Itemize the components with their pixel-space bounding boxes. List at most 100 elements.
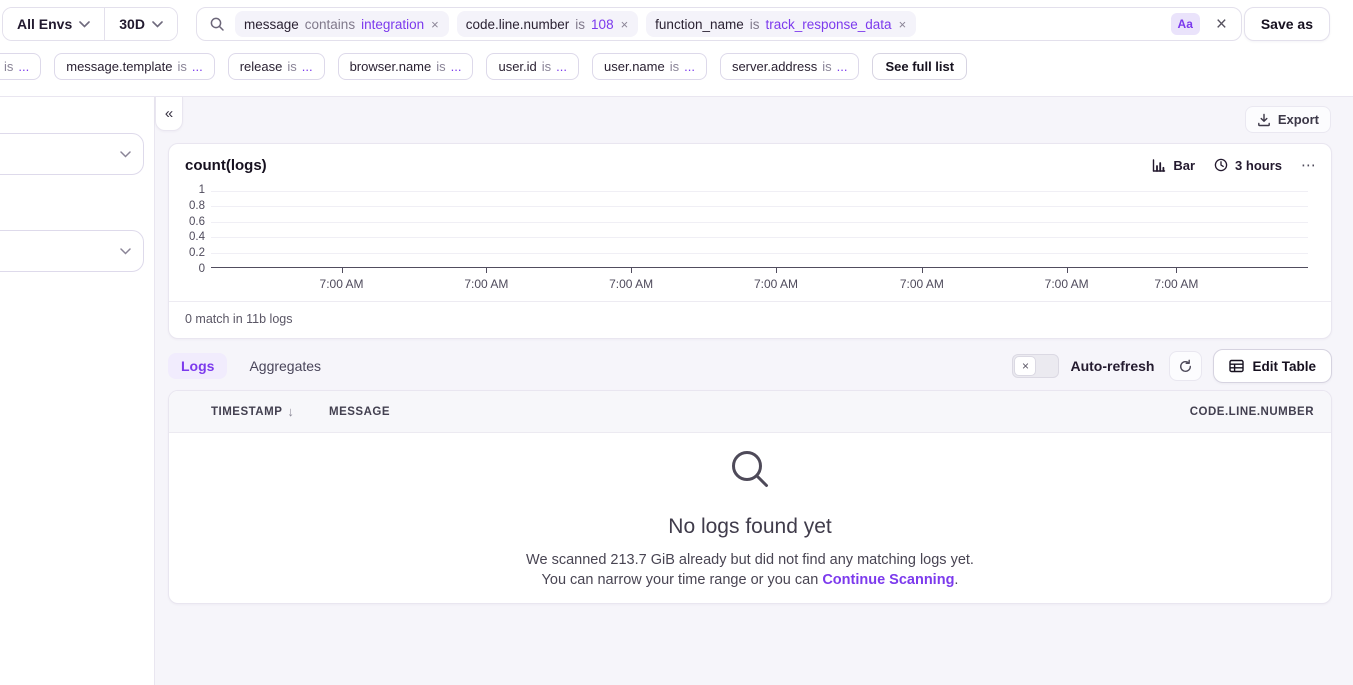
- see-full-list-button[interactable]: See full list: [872, 53, 967, 80]
- suggested-filter-chip-partial[interactable]: is ...: [0, 53, 41, 80]
- x-tick-label: 7:00 AM: [609, 277, 653, 291]
- search-input[interactable]: message contains integration × code.line…: [196, 7, 1242, 41]
- x-tick-label: 7:00 AM: [1045, 277, 1089, 291]
- empty-state-line2-period: .: [954, 572, 958, 588]
- search-icon: [209, 16, 225, 32]
- column-header-timestamp[interactable]: TIMESTAMP ↓: [169, 404, 329, 419]
- auto-refresh-label: Auto-refresh: [1070, 358, 1154, 374]
- chart-interval-button[interactable]: 3 hours: [1214, 158, 1282, 173]
- search-filter-chips: message contains integration × code.line…: [235, 11, 1163, 37]
- filter-value: integration: [361, 17, 424, 32]
- edit-table-label: Edit Table: [1252, 359, 1316, 374]
- suggested-filters-row: is ... message.template is ... release i…: [0, 52, 1353, 80]
- search-filter-chip[interactable]: message contains integration ×: [235, 11, 449, 37]
- suggested-filter-chip[interactable]: release is ...: [228, 53, 325, 80]
- collapse-sidebar-button[interactable]: «: [155, 97, 183, 131]
- sidebar-dropdown-2[interactable]: [0, 230, 144, 272]
- filter-value: track_response_data: [765, 17, 891, 32]
- filter-operator: is: [4, 59, 13, 74]
- chart-type-button[interactable]: Bar: [1152, 158, 1195, 173]
- sort-descending-icon: ↓: [287, 404, 294, 419]
- filter-operator: is: [436, 59, 445, 74]
- x-tick-label: 7:00 AM: [1154, 277, 1198, 291]
- env-range-group: All Envs 30D: [2, 7, 178, 41]
- search-filter-chip[interactable]: code.line.number is 108 ×: [457, 11, 638, 37]
- column-label: TIMESTAMP: [211, 406, 282, 418]
- x-tick-mark: [776, 268, 777, 273]
- filter-operator: is: [750, 17, 760, 32]
- suggested-filter-chip[interactable]: message.template is ...: [54, 53, 214, 80]
- sidebar: [0, 97, 155, 685]
- x-tick-mark: [631, 268, 632, 273]
- table-header-row: TIMESTAMP ↓ MESSAGE CODE.LINE.NUMBER: [169, 391, 1331, 433]
- x-tick-mark: [342, 268, 343, 273]
- filter-operator: contains: [305, 17, 355, 32]
- chevron-down-icon: [79, 21, 90, 28]
- filter-operator: is: [575, 17, 585, 32]
- filter-operator: is: [287, 59, 296, 74]
- x-tick-label: 7:00 AM: [464, 277, 508, 291]
- chart-menu-icon[interactable]: ⋯: [1301, 156, 1317, 174]
- gridline: [211, 206, 1308, 207]
- clear-search-icon[interactable]: ×: [1212, 15, 1231, 34]
- y-tick-label: 0.6: [189, 216, 205, 228]
- export-label: Export: [1278, 112, 1319, 127]
- main-area: « Export count(logs) Bar 3 hours ⋯ 10.80…: [155, 97, 1353, 685]
- auto-refresh-toggle[interactable]: ×: [1012, 354, 1059, 378]
- magnifier-icon: [727, 446, 773, 492]
- sidebar-dropdown-1[interactable]: [0, 133, 144, 175]
- export-button[interactable]: Export: [1245, 106, 1331, 133]
- remove-filter-icon[interactable]: ×: [620, 17, 630, 32]
- suggested-filter-chip[interactable]: user.id is ...: [486, 53, 579, 80]
- range-selector-button[interactable]: 30D: [105, 8, 177, 40]
- filter-value: ...: [302, 59, 313, 74]
- remove-filter-icon[interactable]: ×: [898, 17, 908, 32]
- chevron-down-icon: [120, 151, 131, 158]
- gridline: [211, 222, 1308, 223]
- tab-aggregates[interactable]: Aggregates: [249, 358, 321, 374]
- chart-footer-status: 0 match in 11b logs: [169, 301, 1331, 338]
- chart-plot-area: [211, 191, 1308, 268]
- filter-key: browser.name: [350, 59, 432, 74]
- env-selector-label: All Envs: [17, 16, 72, 32]
- y-tick-label: 0: [199, 263, 205, 275]
- toggle-off-icon: ×: [1014, 356, 1036, 376]
- refresh-button[interactable]: [1169, 351, 1202, 381]
- tab-logs[interactable]: Logs: [168, 353, 227, 379]
- suggested-filter-chip[interactable]: browser.name is ...: [338, 53, 474, 80]
- save-as-button[interactable]: Save as: [1244, 7, 1330, 41]
- table-icon: [1229, 359, 1244, 373]
- suggested-filter-chip[interactable]: server.address is ...: [720, 53, 860, 80]
- x-tick-label: 7:00 AM: [900, 277, 944, 291]
- x-tick-label: 7:00 AM: [754, 277, 798, 291]
- empty-state-line2: You can narrow your time range or you ca…: [526, 570, 974, 590]
- y-tick-label: 0.4: [189, 231, 205, 243]
- suggested-filter-chip[interactable]: user.name is ...: [592, 53, 707, 80]
- filter-key: function_name: [655, 17, 744, 32]
- column-header-code-line-number[interactable]: CODE.LINE.NUMBER: [1190, 406, 1331, 418]
- filter-key: user.name: [604, 59, 665, 74]
- empty-state: No logs found yet We scanned 213.7 GiB a…: [169, 433, 1331, 604]
- case-sensitivity-button[interactable]: Aa: [1171, 13, 1200, 35]
- filter-operator: is: [177, 59, 186, 74]
- top-bar: All Envs 30D message contains integratio…: [0, 0, 1353, 48]
- column-header-message[interactable]: MESSAGE: [329, 406, 1190, 418]
- continue-scanning-link[interactable]: Continue Scanning: [822, 572, 954, 588]
- filter-key: message: [244, 17, 299, 32]
- env-selector-button[interactable]: All Envs: [3, 8, 104, 40]
- filter-value: ...: [684, 59, 695, 74]
- chart-card: count(logs) Bar 3 hours ⋯ 10.80.60.40.20…: [168, 143, 1332, 339]
- download-icon: [1257, 113, 1271, 127]
- search-filter-chip[interactable]: function_name is track_response_data ×: [646, 11, 916, 37]
- filter-key: user.id: [498, 59, 536, 74]
- empty-state-body: We scanned 213.7 GiB already but did not…: [526, 550, 974, 590]
- range-selector-label: 30D: [119, 16, 145, 32]
- y-tick-label: 1: [199, 184, 205, 196]
- x-tick-mark: [1067, 268, 1068, 273]
- empty-state-line1: We scanned 213.7 GiB already but did not…: [526, 550, 974, 570]
- remove-filter-icon[interactable]: ×: [430, 17, 440, 32]
- chart-interval-label: 3 hours: [1235, 158, 1282, 173]
- empty-state-title: No logs found yet: [668, 515, 831, 539]
- filter-value: ...: [192, 59, 203, 74]
- edit-table-button[interactable]: Edit Table: [1213, 349, 1332, 383]
